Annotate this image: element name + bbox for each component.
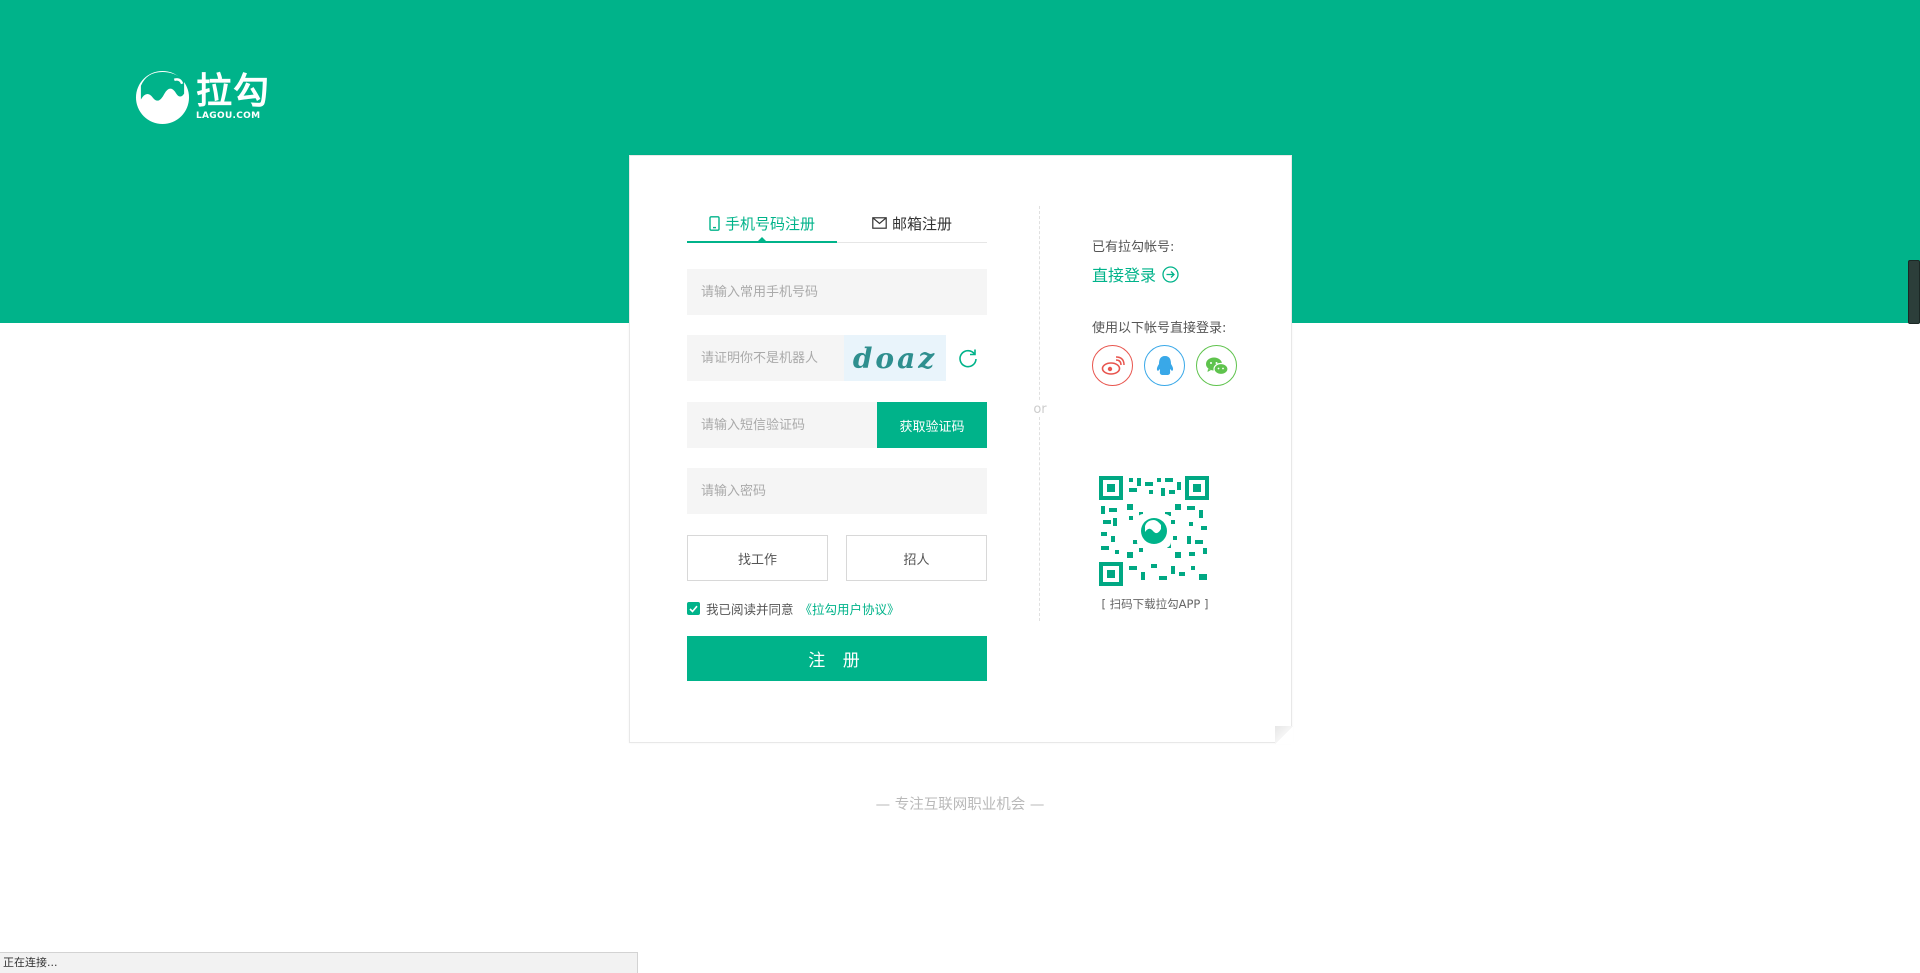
has-account-text: 已有拉勾帐号: bbox=[1092, 240, 1175, 255]
qr-caption: [ 扫码下载拉勾APP ] bbox=[1101, 597, 1209, 611]
scroll-handle[interactable] bbox=[1908, 260, 1920, 324]
card-page-fold bbox=[1275, 726, 1293, 744]
qq-login-button[interactable] bbox=[1144, 345, 1185, 386]
weibo-login-button[interactable] bbox=[1092, 345, 1133, 386]
qq-icon bbox=[1156, 355, 1173, 375]
wechat-login-button[interactable] bbox=[1196, 345, 1237, 386]
third-party-login-label: 使用以下帐号直接登录: bbox=[1092, 321, 1227, 336]
register-card: 手机号码注册 邮箱注册 doaz 获取验证码 找工作 招人 我已阅读并同意 《拉… bbox=[629, 155, 1293, 744]
check-icon bbox=[689, 605, 698, 613]
agreement-text: 我已阅读并同意 bbox=[706, 602, 794, 617]
agreement-checkbox[interactable] bbox=[687, 602, 700, 615]
direct-login-link[interactable]: 直接登录 bbox=[1092, 262, 1179, 286]
social-login-group bbox=[1092, 345, 1237, 386]
role-job-seeker-button[interactable]: 找工作 bbox=[687, 535, 828, 581]
phone-input[interactable] bbox=[687, 269, 987, 315]
brand-name-cn: 拉勾 bbox=[196, 71, 271, 112]
sms-code-input[interactable] bbox=[687, 402, 877, 448]
password-field bbox=[687, 468, 987, 514]
captcha-input[interactable] bbox=[687, 335, 844, 381]
captcha-image[interactable]: doaz bbox=[844, 335, 946, 381]
logo-mark-icon bbox=[135, 70, 190, 125]
tab-label: 邮箱注册 bbox=[891, 214, 952, 233]
weibo-icon bbox=[1101, 355, 1125, 375]
tab-phone-register[interactable]: 手机号码注册 bbox=[687, 204, 837, 243]
captcha-field bbox=[687, 335, 844, 381]
register-tabs: 手机号码注册 邮箱注册 bbox=[687, 204, 987, 243]
active-tab-caret bbox=[756, 237, 768, 243]
arrow-right-circle-icon bbox=[1162, 265, 1179, 283]
wechat-icon bbox=[1205, 357, 1229, 375]
user-agreement-link[interactable]: 《拉勾用户协议》 bbox=[800, 599, 900, 618]
tab-label: 手机号码注册 bbox=[724, 214, 815, 233]
footer-slogan: — 专注互联网职业机会 — bbox=[875, 797, 1045, 813]
brand-logo[interactable]: 拉勾 LAGOU.COM bbox=[135, 70, 270, 125]
get-sms-code-button[interactable]: 获取验证码 bbox=[877, 402, 987, 448]
browser-status-bar: 正在连接... bbox=[0, 952, 638, 973]
tab-email-register[interactable]: 邮箱注册 bbox=[837, 204, 987, 242]
mail-icon bbox=[872, 217, 887, 229]
app-download-qr-code bbox=[1099, 476, 1209, 586]
phone-field bbox=[687, 269, 987, 315]
register-submit-button[interactable]: 注 册 bbox=[687, 636, 987, 681]
sms-field bbox=[687, 402, 877, 448]
refresh-icon[interactable] bbox=[957, 347, 979, 369]
direct-login-label: 直接登录 bbox=[1092, 266, 1157, 285]
phone-icon bbox=[709, 215, 720, 231]
agreement-row: 我已阅读并同意 《拉勾用户协议》 bbox=[687, 599, 900, 618]
role-recruiter-button[interactable]: 招人 bbox=[846, 535, 987, 581]
divider-or: or bbox=[1029, 402, 1051, 417]
password-input[interactable] bbox=[687, 468, 987, 514]
brand-name-en: LAGOU.COM bbox=[196, 111, 261, 121]
